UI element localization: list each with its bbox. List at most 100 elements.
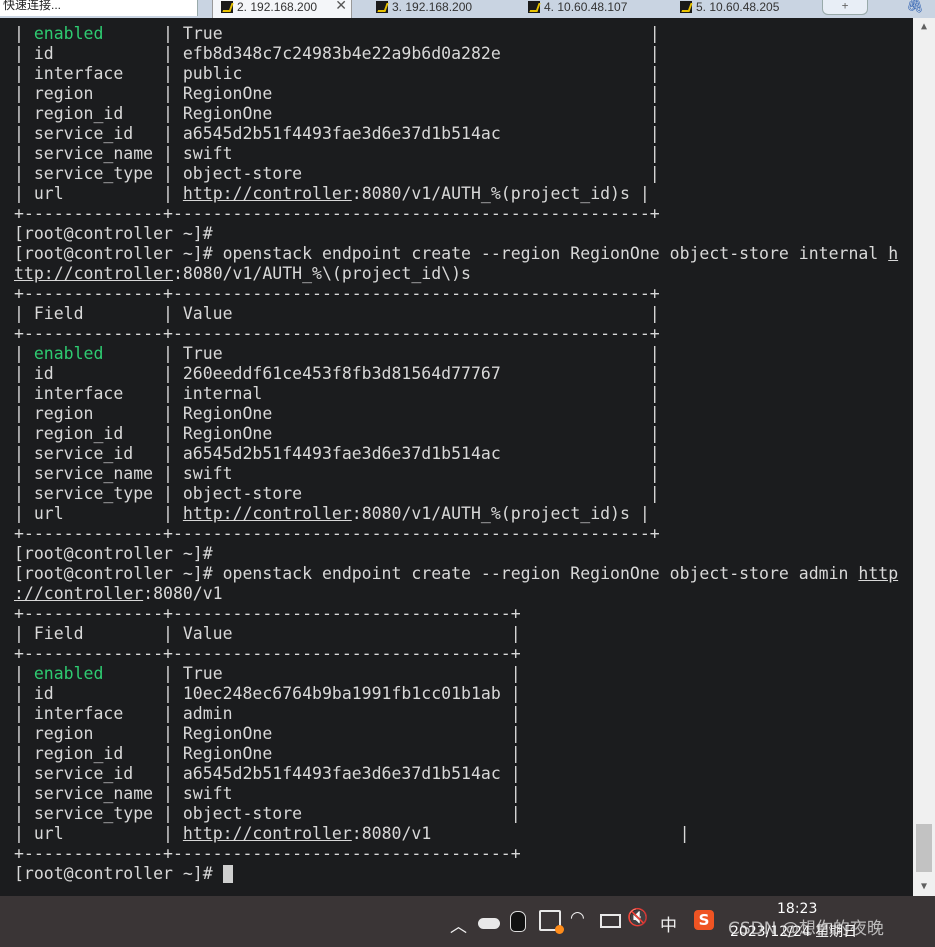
terminal-output[interactable]: | enabled | True | | id | efb8d348c7c2498…	[0, 18, 913, 896]
chevron-up-icon[interactable]: ︿	[450, 912, 467, 937]
url-link[interactable]: http://controller	[183, 824, 352, 843]
terminal-text: | Field | Value |	[14, 624, 521, 643]
terminal-line: ://controller:8080/v1	[14, 584, 223, 604]
volume-muted-icon[interactable]: 🔇	[627, 908, 648, 928]
terminal-line: | enabled | True |	[14, 664, 521, 684]
terminal-line: | enabled | True |	[14, 344, 660, 364]
terminal-line: | service_id | a6545d2b51f4493fae3d6e37d…	[14, 444, 660, 464]
terminal-text: | service_id | a6545d2b51f4493fae3d6e37d…	[14, 444, 660, 463]
cloud-icon[interactable]	[478, 918, 500, 929]
terminal-text: | interface | public |	[14, 64, 660, 83]
terminal-line: +--------------+------------------------…	[14, 324, 660, 344]
terminal-text: | url |	[14, 824, 183, 843]
terminal-line: | service_type | object-store |	[14, 484, 660, 504]
url-link[interactable]: ://controller	[14, 584, 143, 603]
terminal-text: | region_id | RegionOne |	[14, 424, 660, 443]
terminal-text: [root@controller ~]# openstack endpoint …	[14, 564, 859, 583]
quick-connect-input[interactable]: 快速连接...	[0, 0, 198, 16]
terminal-line: | interface | internal |	[14, 384, 660, 404]
terminal-line: | Field | Value |	[14, 304, 660, 324]
url-link[interactable]: ttp://controller	[14, 264, 173, 283]
paperclip-icon[interactable]: 🖇	[906, 0, 924, 14]
terminal-line: | service_type | object-store |	[14, 164, 660, 184]
input-method-indicator[interactable]: 中	[660, 911, 677, 936]
terminal-line: | region_id | RegionOne |	[14, 424, 660, 444]
url-link[interactable]: http://controller	[183, 504, 352, 523]
terminal-text: :8080/v1/AUTH_%\(project_id\)s	[172, 264, 471, 283]
shell-prompt: [root@controller ~]#	[14, 864, 223, 883]
terminal-text: +--------------+------------------------…	[14, 204, 660, 223]
terminal-line: | enabled | True |	[14, 24, 660, 44]
terminal-line: | url | http://controller:8080/v1/AUTH_%…	[14, 504, 650, 524]
terminal-text: | id | efb8d348c7c24983b4e22a9b6d0a282e …	[14, 44, 660, 63]
prompt-line[interactable]: [root@controller ~]#	[14, 864, 233, 884]
tab-label: 2. 192.168.200	[237, 0, 318, 14]
csdn-watermark: CSDN @想你的夜晚	[728, 919, 884, 939]
tab-bar: 快速连接... 2. 192.168.200 ✕ 3. 192.168.200 …	[0, 0, 935, 18]
terminal-icon	[528, 1, 540, 13]
tab-label: 4. 10.60.48.107	[544, 0, 628, 14]
scroll-down-arrow-icon[interactable]: ▼	[913, 878, 935, 896]
close-icon[interactable]: ✕	[335, 0, 347, 12]
terminal-line: | url | http://controller:8080/v1/AUTH_%…	[14, 184, 650, 204]
terminal-icon	[221, 1, 233, 13]
notification-dot-icon	[555, 925, 564, 934]
qq-penguin-icon[interactable]	[510, 911, 526, 932]
terminal-icon	[376, 1, 388, 13]
terminal-line: | region | RegionOne |	[14, 404, 660, 424]
terminal-text: | service_type | object-store |	[14, 804, 521, 823]
new-tab-button[interactable]: +	[822, 0, 868, 15]
terminal-text: | service_id | a6545d2b51f4493fae3d6e37d…	[14, 124, 660, 143]
terminal-text: :8080/v1 |	[351, 824, 690, 843]
sogou-ime-icon[interactable]: S	[694, 910, 714, 930]
terminal-line: [root@controller ~]#	[14, 224, 213, 244]
terminal-text: | url |	[14, 504, 183, 523]
terminal-text: | service_name | swift |	[14, 144, 660, 163]
terminal-line: | id | efb8d348c7c24983b4e22a9b6d0a282e …	[14, 44, 660, 64]
url-link[interactable]: http	[858, 564, 898, 583]
terminal-text: [root@controller ~]# openstack endpoint …	[14, 244, 889, 263]
terminal-line: [root@controller ~]# openstack endpoint …	[14, 244, 898, 264]
terminal-line: +--------------+------------------------…	[14, 644, 521, 664]
terminal-text: [root@controller ~]#	[14, 544, 213, 563]
terminal-line: ttp://controller:8080/v1/AUTH_%\(project…	[14, 264, 471, 284]
terminal-text: enabled	[33, 664, 104, 683]
scroll-up-arrow-icon[interactable]: ▲	[913, 18, 935, 36]
terminal-text: | region | RegionOne |	[14, 724, 521, 743]
tab-session-5[interactable]: 5. 10.60.48.205	[672, 0, 812, 18]
terminal-line: | region | RegionOne |	[14, 84, 660, 104]
terminal-text: | id | 10ec248ec6764b9ba1991fb1cc01b1ab …	[14, 684, 521, 703]
terminal-text: | True |	[103, 664, 521, 683]
scrollbar-thumb[interactable]	[916, 824, 932, 872]
tab-session-3[interactable]: 3. 192.168.200	[368, 0, 510, 18]
terminal-line: | region_id | RegionOne |	[14, 744, 521, 764]
terminal-line: | interface | admin |	[14, 704, 521, 724]
terminal-text: | region_id | RegionOne |	[14, 744, 521, 763]
terminal-text: | True |	[103, 24, 660, 43]
wifi-icon[interactable]: ◠	[570, 908, 585, 928]
terminal-line: +--------------+------------------------…	[14, 204, 660, 224]
terminal-line: | region_id | RegionOne |	[14, 104, 660, 124]
terminal-text: +--------------+------------------------…	[14, 844, 521, 863]
vertical-scrollbar[interactable]: ▲ ▼	[913, 18, 935, 896]
url-link[interactable]: http://controller	[183, 184, 352, 203]
terminal-text: | service_name | swift |	[14, 784, 521, 803]
terminal-text: | url |	[14, 184, 183, 203]
terminal-line: | url | http://controller:8080/v1 |	[14, 824, 690, 844]
terminal-text: :8080/v1	[143, 584, 223, 603]
tab-session-2[interactable]: 2. 192.168.200 ✕	[212, 0, 352, 18]
terminal-text: | region_id | RegionOne |	[14, 104, 660, 123]
battery-icon[interactable]	[600, 914, 621, 928]
terminal-line: | id | 10ec248ec6764b9ba1991fb1cc01b1ab …	[14, 684, 521, 704]
tab-session-4[interactable]: 4. 10.60.48.107	[520, 0, 662, 18]
terminal-text: +--------------+------------------------…	[14, 604, 521, 623]
terminal-text: | service_type | object-store |	[14, 484, 660, 503]
url-link[interactable]: h	[888, 244, 898, 263]
tab-label: 5. 10.60.48.205	[696, 0, 780, 14]
terminal-text: | id | 260eeddf61ce453f8fb3d81564d77767 …	[14, 364, 660, 383]
terminal-text: | service_type | object-store |	[14, 164, 660, 183]
terminal-text: | interface | admin |	[14, 704, 521, 723]
security-icon[interactable]	[539, 910, 564, 934]
terminal-line: +--------------+------------------------…	[14, 284, 660, 304]
terminal-text: |	[14, 664, 34, 683]
